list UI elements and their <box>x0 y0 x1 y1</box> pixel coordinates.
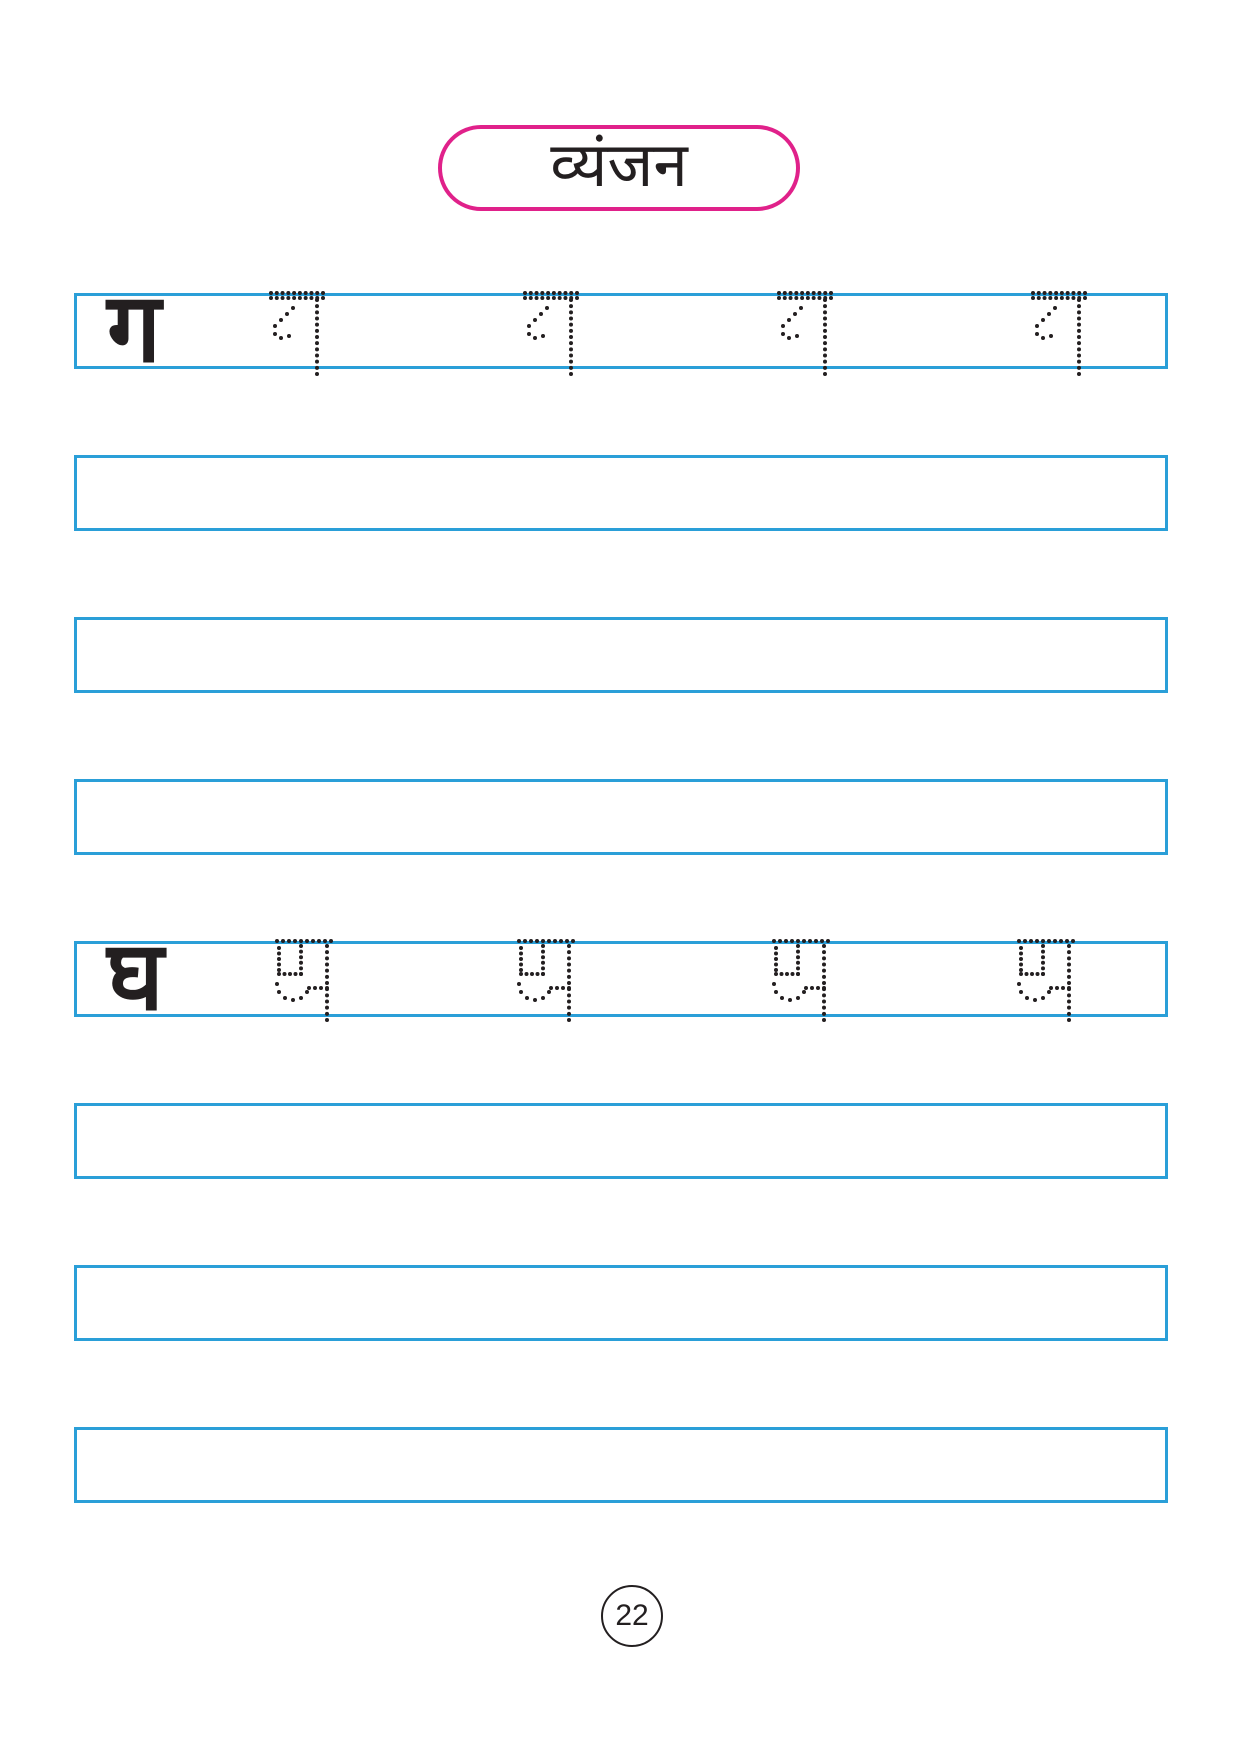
worksheet-page: व्यंजन ग घ 22 <box>0 0 1241 1755</box>
dotted-gha-4 <box>1017 939 1075 1022</box>
dotted-gha-1 <box>275 939 333 1022</box>
dotted-gha-3 <box>772 939 830 1022</box>
writing-row[interactable] <box>74 779 1168 855</box>
writing-row[interactable] <box>74 1427 1168 1503</box>
writing-row[interactable] <box>74 1265 1168 1341</box>
trace-row-ga: ग <box>74 280 1168 376</box>
writing-row[interactable] <box>74 617 1168 693</box>
title-banner: व्यंजन <box>438 125 800 211</box>
dotted-gha-2 <box>517 939 575 1022</box>
trace-row-gha: घ <box>74 928 1168 1024</box>
writing-row[interactable] <box>74 1103 1168 1179</box>
dotted-ga-tracing <box>269 291 1087 376</box>
dotted-gha-tracing <box>275 939 1075 1022</box>
page-title: व्यंजन <box>550 128 688 201</box>
writing-row[interactable] <box>74 455 1168 531</box>
dotted-ga-4 <box>1031 291 1087 376</box>
dotted-ga-1 <box>269 291 325 376</box>
dotted-ga-3 <box>777 291 833 376</box>
dotted-ga-2 <box>523 291 579 376</box>
page-number: 22 <box>601 1585 663 1647</box>
